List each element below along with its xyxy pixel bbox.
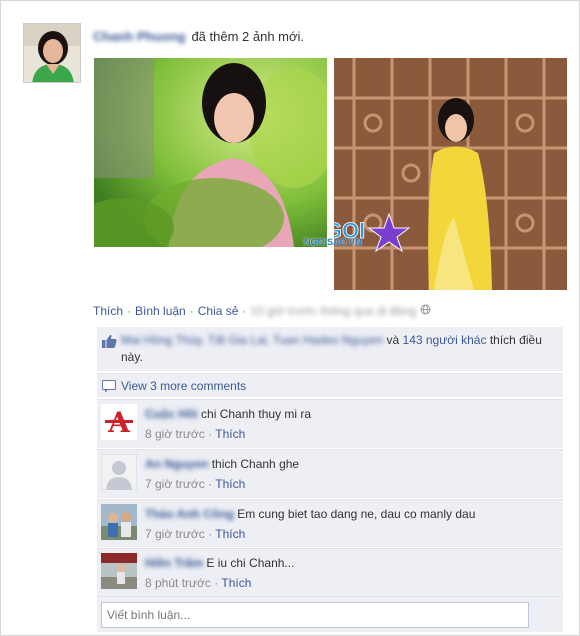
likes-and: và [386, 333, 400, 347]
story-timestamp[interactable]: 10 giờ trước thông qua di động [250, 304, 416, 318]
comment-time[interactable]: 8 giờ trước [145, 427, 205, 441]
comment-text: thich Chanh ghe [211, 457, 300, 471]
separator-dot: · [208, 527, 213, 541]
commenter-avatar[interactable]: A [101, 404, 137, 440]
likes-summary: Mai Hồng Thúy, Tất Gia Lai, Tuan Hadeo N… [97, 327, 563, 371]
comment-author[interactable]: Cuộc Hồi [145, 407, 198, 421]
comment-text: chi Chanh thuy mi ra [201, 407, 312, 421]
comment-time[interactable]: 8 phút trước [145, 576, 211, 590]
thumbs-up-icon [102, 334, 117, 353]
comment-body: Thảo Anh Công Em cung biet tao dang ne, … [145, 506, 555, 542]
separator-dot: · [208, 477, 213, 491]
like-link[interactable]: Thích [93, 304, 123, 318]
commenter-avatar[interactable] [101, 553, 137, 589]
comment-item: Hiền Trâm E iu chi Chanh... 8 phút trước… [97, 548, 563, 596]
comment-time[interactable]: 7 giờ trước [145, 527, 205, 541]
author-avatar[interactable] [23, 23, 81, 83]
comment-text: E iu chi Chanh... [206, 556, 295, 570]
separator-dot: · [189, 304, 194, 318]
photo-2[interactable]: NGOI [334, 58, 567, 290]
commenter-avatar[interactable] [101, 454, 137, 490]
comment-body: Cuộc Hồi chi Chanh thuy mi ra 8 giờ trướ… [145, 406, 555, 442]
story-action-text: đã thêm 2 ảnh mới. [191, 29, 305, 44]
likers-names[interactable]: Mai Hồng Thúy, Tất Gia Lai, Tuan Hadeo N… [121, 333, 383, 347]
comment-link[interactable]: Bình luận [135, 304, 186, 318]
comment-body: An Nguyen thich Chanh ghe 7 giờ trước · … [145, 456, 555, 492]
globe-icon [420, 304, 431, 318]
comment-author[interactable]: Thảo Anh Công [145, 507, 234, 521]
comment-like-link[interactable]: Thích [215, 477, 245, 491]
comment-bubble-icon [102, 380, 117, 396]
commenter-avatar[interactable] [101, 504, 137, 540]
photo-1[interactable] [94, 58, 327, 247]
separator-dot: · [127, 304, 132, 318]
comment-meta: 7 giờ trước · Thích [145, 476, 555, 492]
separator-dot: · [242, 304, 247, 318]
comment-author[interactable]: An Nguyen [145, 457, 208, 471]
comment-author[interactable]: Hiền Trâm [145, 556, 203, 570]
news-feed-story: Chanh Phuong đã thêm 2 ảnh mới. OI NGOIS… [0, 0, 580, 636]
author-name[interactable]: Chanh Phuong [93, 29, 185, 44]
comment-item: A Cuộc Hồi chi Chanh thuy mi ra 8 giờ tr… [97, 399, 563, 448]
comment-item: Thảo Anh Công Em cung biet tao dang ne, … [97, 499, 563, 547]
comment-input[interactable] [101, 602, 529, 628]
comment-like-link[interactable]: Thích [215, 527, 245, 541]
view-more-comments-link[interactable]: View 3 more comments [121, 379, 246, 393]
share-link[interactable]: Chia sẻ [198, 304, 239, 318]
comment-meta: 7 giờ trước · Thích [145, 526, 555, 542]
story-actions: Thích · Bình luận · Chia sẻ · 10 giờ trư… [93, 304, 431, 318]
comment-composer [97, 596, 563, 632]
likes-others-link[interactable]: 143 người khác [403, 333, 487, 347]
comment-item: An Nguyen thich Chanh ghe 7 giờ trước · … [97, 449, 563, 498]
comment-like-link[interactable]: Thích [215, 427, 245, 441]
story-header: Chanh Phuong đã thêm 2 ảnh mới. [93, 29, 304, 44]
comment-meta: 8 giờ trước · Thích [145, 426, 555, 442]
separator-dot: · [214, 576, 219, 590]
comment-body: Hiền Trâm E iu chi Chanh... 8 phút trước… [145, 555, 555, 591]
comment-like-link[interactable]: Thích [221, 576, 251, 590]
watermark-url: NGOISAO.VN [304, 237, 362, 247]
view-more-comments[interactable]: View 3 more comments [97, 373, 563, 397]
comment-meta: 8 phút trước · Thích [145, 575, 555, 591]
separator-dot: · [208, 427, 213, 441]
comment-time[interactable]: 7 giờ trước [145, 477, 205, 491]
comment-text: Em cung biet tao dang ne, dau co manly d… [237, 507, 476, 521]
